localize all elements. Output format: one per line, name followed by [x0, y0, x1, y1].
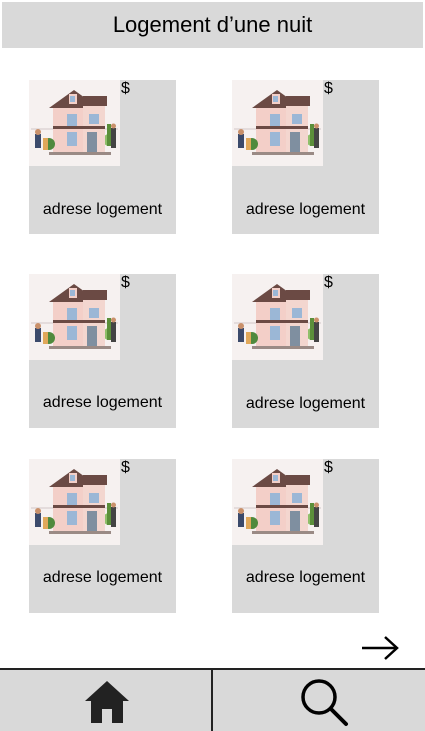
listing-address: adrese logement	[42, 569, 163, 586]
listing-card[interactable]: $ adrese logement	[232, 274, 379, 428]
home-icon[interactable]	[83, 678, 131, 726]
listing-address: adrese logement	[42, 201, 163, 218]
bottom-nav	[0, 668, 425, 731]
listing-card[interactable]: $ adrese logement	[29, 80, 176, 234]
page-title: Logement d’une nuit	[112, 12, 313, 37]
listing-address: adrese logement	[245, 395, 366, 412]
price-label: $	[121, 274, 130, 291]
arrow-right-icon[interactable]	[360, 633, 400, 663]
price-label: $	[324, 459, 333, 476]
listing-address: adrese logement	[245, 569, 366, 586]
house-image	[29, 459, 120, 545]
page-title-bar: Logement d’une nuit	[2, 2, 423, 48]
house-image	[232, 274, 323, 360]
nav-divider	[211, 670, 213, 731]
search-icon[interactable]	[298, 676, 350, 728]
house-image	[232, 80, 323, 166]
house-image	[29, 80, 120, 166]
listing-address: adrese logement	[42, 394, 163, 411]
listing-address: adrese logement	[245, 201, 366, 218]
listing-card[interactable]: $ adrese logement	[29, 274, 176, 428]
house-image	[232, 459, 323, 545]
price-label: $	[121, 80, 130, 97]
listing-card[interactable]: $ adrese logement	[232, 80, 379, 234]
price-label: $	[121, 459, 130, 476]
listing-card[interactable]: $ adrese logement	[29, 459, 176, 613]
house-image	[29, 274, 120, 360]
price-label: $	[324, 80, 333, 97]
price-label: $	[324, 274, 333, 291]
listing-card[interactable]: $ adrese logement	[232, 459, 379, 613]
